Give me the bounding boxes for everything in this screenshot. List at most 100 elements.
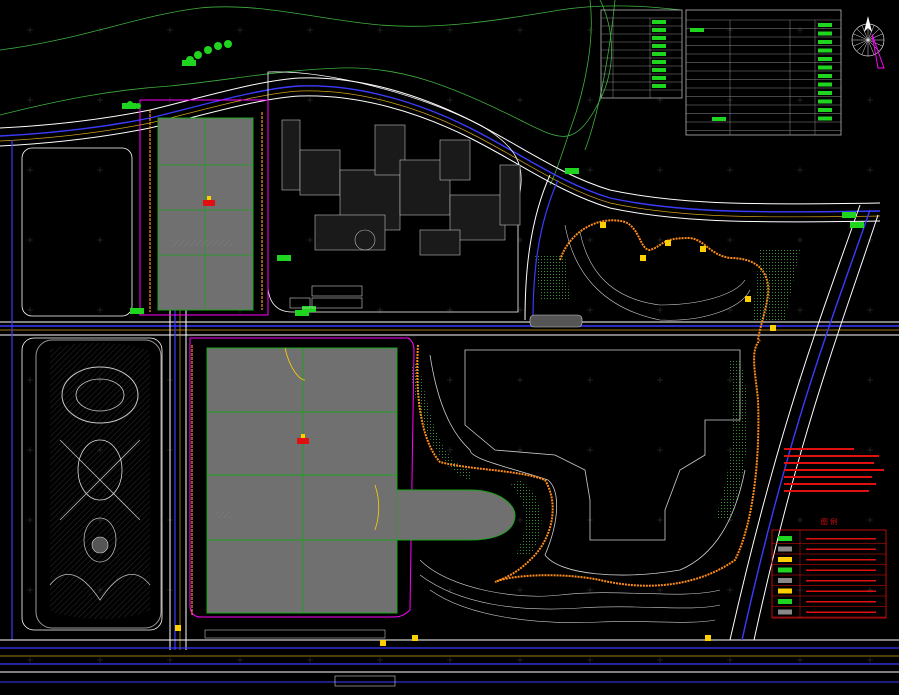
grid-cross [587, 587, 593, 593]
grid-cross [97, 657, 103, 663]
grid-cross [27, 377, 33, 383]
grid-cross [27, 307, 33, 313]
grid-cross [307, 237, 313, 243]
grid-cross [657, 517, 663, 523]
road-marker [705, 635, 711, 641]
grid-cross [657, 167, 663, 173]
lower-contours [419, 224, 751, 623]
grid-cross [587, 167, 593, 173]
note-line [784, 483, 876, 485]
note-line [784, 462, 874, 464]
grid-cross [27, 167, 33, 173]
grid-cross [797, 657, 803, 663]
grid-cross [797, 27, 803, 33]
grid-cross [447, 97, 453, 103]
grid-cross [167, 657, 173, 663]
grid-cross [237, 27, 243, 33]
grid-cross [167, 27, 173, 33]
grid-cross [307, 97, 313, 103]
grid-cross [657, 237, 663, 243]
lower-field [189, 337, 516, 639]
grid-cross [867, 167, 873, 173]
grid-cross [797, 237, 803, 243]
grid-cross [657, 587, 663, 593]
grid-cross [517, 377, 523, 383]
grid-cross [587, 27, 593, 33]
grid-cross [97, 167, 103, 173]
grid-cross [447, 657, 453, 663]
grid-cross [27, 587, 33, 593]
grid-cross [97, 307, 103, 313]
grid-cross [587, 657, 593, 663]
grid-cross [867, 587, 873, 593]
grid-cross [727, 587, 733, 593]
road-marker [130, 308, 144, 314]
grid-cross [867, 657, 873, 663]
grid-cross [657, 447, 663, 453]
grid-cross [517, 587, 523, 593]
grid-cross [377, 657, 383, 663]
left-garden [35, 339, 162, 629]
grid-cross [867, 97, 873, 103]
road-marker [850, 222, 864, 228]
grid-cross [307, 27, 313, 33]
site-plan-drawing: 图 例 [0, 0, 899, 687]
grid-cross [797, 517, 803, 523]
grid-cross [657, 657, 663, 663]
road-marker [700, 246, 706, 252]
grid-cross [237, 657, 243, 663]
grid-cross [797, 97, 803, 103]
legend-box: 图 例 [771, 517, 887, 619]
road-marker [600, 222, 606, 228]
road-marker [842, 212, 856, 218]
road-marker [640, 255, 646, 261]
grid-cross [517, 97, 523, 103]
upper-field [139, 99, 269, 316]
road-marker [175, 625, 181, 631]
grid-cross [447, 447, 453, 453]
grid-cross [587, 447, 593, 453]
grid-cross [517, 27, 523, 33]
grid-cross [587, 237, 593, 243]
grid-cross [27, 447, 33, 453]
stats-table-right [685, 9, 842, 136]
road-marker [302, 306, 316, 312]
grid-cross [727, 657, 733, 663]
road-marker [277, 255, 291, 261]
grid-cross [797, 167, 803, 173]
grid-cross [797, 307, 803, 313]
grid-cross [657, 307, 663, 313]
grid-cross [307, 657, 313, 663]
note-line [784, 448, 854, 450]
tree-symbols [127, 40, 232, 109]
grid-cross [27, 237, 33, 243]
legend-title: 图 例 [821, 517, 837, 526]
grid-cross [587, 97, 593, 103]
compass-rose-icon [851, 16, 885, 69]
road-marker [770, 325, 776, 331]
notes-lines [784, 448, 884, 492]
stats-table-left [600, 9, 683, 99]
grid-cross [727, 237, 733, 243]
road-marker [665, 240, 671, 246]
road-marker [565, 168, 579, 174]
road-marker [745, 296, 751, 302]
grid-cross [867, 517, 873, 523]
grid-cross [447, 27, 453, 33]
grid-cross [27, 27, 33, 33]
grid-cross [27, 657, 33, 663]
note-line [784, 476, 872, 478]
note-line [784, 469, 884, 471]
grid-cross [447, 377, 453, 383]
road-marker [380, 640, 386, 646]
grid-cross [27, 97, 33, 103]
grid-cross [97, 97, 103, 103]
grid-cross [587, 377, 593, 383]
grid-cross [587, 307, 593, 313]
grid-cross [27, 517, 33, 523]
road-marker [412, 635, 418, 641]
grid-cross [657, 377, 663, 383]
grid-cross [517, 517, 523, 523]
grid-cross [517, 657, 523, 663]
cad-site-plan: 图 例 [0, 0, 899, 691]
